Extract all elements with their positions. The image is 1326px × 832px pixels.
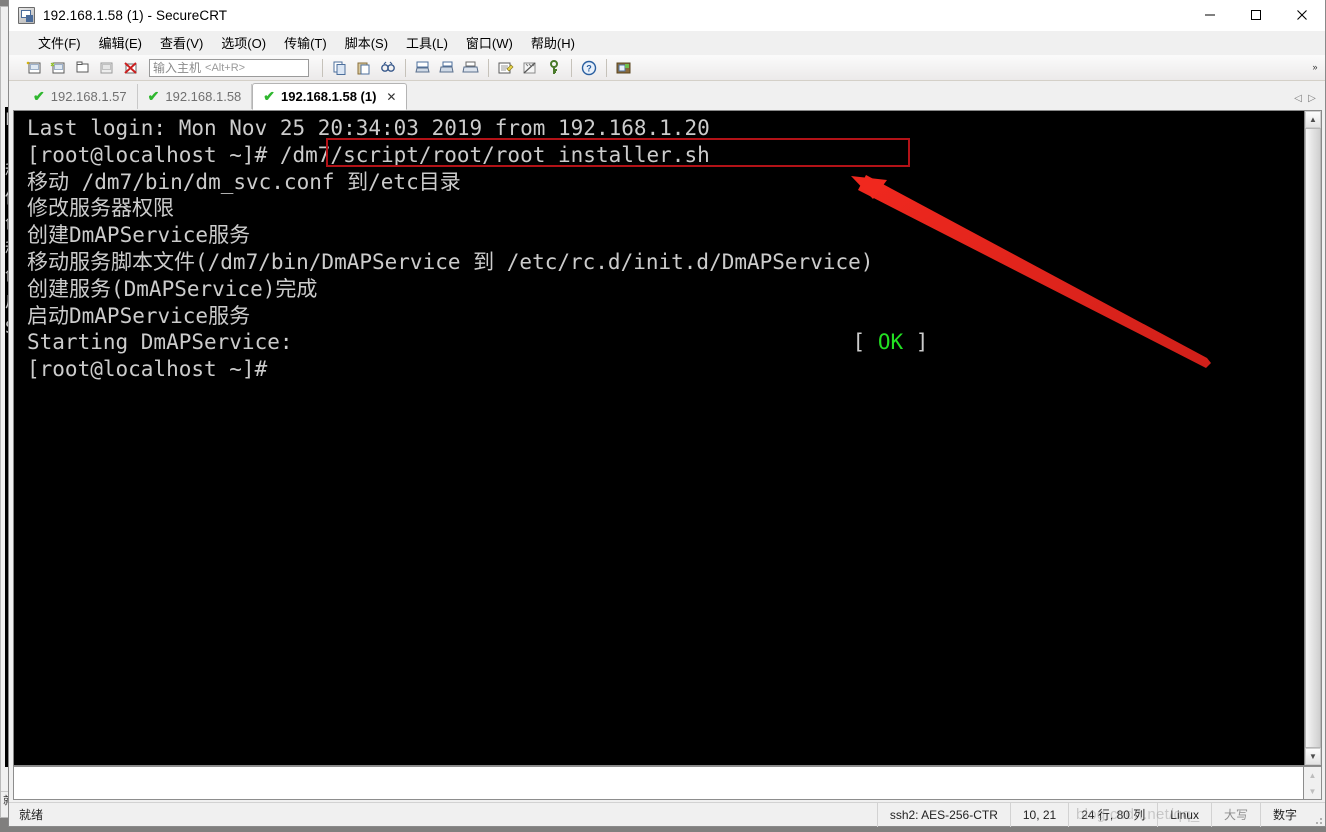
tab-192-168-1-58-1[interactable]: ✔ 192.168.1.58 (1) ✕ [252, 83, 408, 110]
print-screen-icon[interactable] [412, 57, 434, 79]
window-title: 192.168.1.58 (1) - SecureCRT [43, 7, 228, 23]
titlebar: 192.168.1.58 (1) - SecureCRT [9, 0, 1325, 31]
menu-transfer[interactable]: 传输(T) [275, 31, 336, 54]
new-tab-icon[interactable] [72, 57, 94, 79]
menu-script[interactable]: 脚本(S) [336, 31, 397, 54]
session-options-icon[interactable] [495, 57, 517, 79]
command-scroll-up-icon[interactable]: ▲ [1304, 767, 1321, 783]
toolbar-separator-3 [488, 58, 489, 77]
toolbar-separator-2 [405, 58, 406, 77]
terminal-prompt: [root@localhost ~]# [27, 357, 268, 382]
toolbar-overflow-button[interactable]: » [1309, 58, 1321, 76]
securecrt-window: 192.168.1.58 (1) - SecureCRT 文件(F) 编辑(E)… [8, 0, 1326, 827]
minimize-button[interactable] [1187, 0, 1233, 31]
status-cipher: ssh2: AES-256-CTR [876, 802, 1010, 827]
terminal-line: 启动DmAPService服务 [27, 303, 251, 328]
resize-grip[interactable] [1309, 803, 1325, 827]
status-ready: 就绪 [19, 808, 44, 822]
maximize-button[interactable] [1233, 0, 1279, 31]
terminal-line: 移动 /dm7/bin/dm_svc.conf 到/etc目录 [27, 169, 461, 194]
tab-connected-check-icon: ✔ [147, 88, 160, 104]
close-button[interactable] [1279, 0, 1325, 31]
tab-connected-check-icon: ✔ [263, 88, 276, 104]
starting-label: Starting DmAPService: [27, 330, 293, 355]
command-scrollbar[interactable]: ▲ ▼ [1304, 766, 1322, 800]
terminal-line: 创建服务(DmAPService)完成 [27, 276, 318, 301]
menu-help[interactable]: 帮助(H) [522, 31, 584, 54]
tab-192-168-1-58[interactable]: ✔ 192.168.1.58 [138, 84, 253, 109]
securecrt-app-icon [18, 6, 35, 24]
log-session-icon[interactable] [436, 57, 458, 79]
host-shortcut-hint: <Alt+R> [205, 61, 246, 74]
window-controls [1187, 0, 1325, 31]
new-session-icon[interactable] [24, 57, 46, 79]
tab-label: 192.168.1.58 [165, 89, 242, 104]
global-options-icon[interactable] [519, 57, 541, 79]
menu-window[interactable]: 窗口(W) [457, 31, 522, 54]
tab-connected-check-icon: ✔ [33, 88, 45, 104]
terminal-line: 创建DmAPService服务 [27, 223, 251, 248]
toolbar-separator-5 [606, 58, 607, 77]
scrollbar-thumb[interactable] [1305, 128, 1321, 748]
paste-icon[interactable] [353, 57, 375, 79]
terminal-line-starting: Starting DmAPService: [ OK ] [27, 329, 1304, 356]
command-scroll-down-icon[interactable]: ▼ [1304, 783, 1321, 799]
command-window: ▲ ▼ [9, 766, 1325, 802]
ok-bracket-open: [ [852, 330, 866, 355]
menu-view[interactable]: 查看(V) [151, 31, 212, 54]
ok-bracket-close: ] [915, 330, 929, 355]
tab-nav-buttons: ◁ ▷ [1291, 90, 1325, 109]
menu-file[interactable]: 文件(F) [29, 31, 90, 54]
status-terminal-size: 24 行, 80 列 [1068, 802, 1157, 827]
tab-label: 192.168.1.57 [50, 89, 127, 104]
scroll-down-icon[interactable]: ▼ [1305, 748, 1321, 765]
terminal-area: Last login: Mon Nov 25 20:34:03 2019 fro… [9, 109, 1325, 766]
terminal-line: Last login: Mon Nov 25 20:34:03 2019 fro… [27, 116, 710, 140]
menu-tools[interactable]: 工具(L) [397, 31, 457, 54]
terminal-output[interactable]: Last login: Mon Nov 25 20:34:03 2019 fro… [14, 111, 1304, 765]
tab-label: 192.168.1.58 (1) [281, 89, 377, 104]
command-input[interactable] [13, 766, 1304, 800]
toolbar-separator-1 [322, 58, 323, 77]
clone-session-icon[interactable] [48, 57, 70, 79]
terminal-frame[interactable]: Last login: Mon Nov 25 20:34:03 2019 fro… [13, 110, 1304, 766]
disconnect-icon[interactable] [120, 57, 142, 79]
terminal-scrollbar[interactable]: ▲ ▼ [1304, 110, 1322, 766]
status-caps-lock: 大写 [1210, 802, 1260, 827]
toolbar: 输入主机 <Alt+R> ? » [9, 55, 1325, 81]
find-icon[interactable] [377, 57, 399, 79]
host-input[interactable]: 输入主机 <Alt+R> [149, 58, 309, 77]
scrollbar-track[interactable] [1305, 128, 1321, 748]
key-icon[interactable] [543, 57, 565, 79]
menu-edit[interactable]: 编辑(E) [90, 31, 151, 54]
connect-sftp-icon[interactable] [96, 57, 118, 79]
tab-close-icon[interactable]: ✕ [386, 90, 396, 104]
status-emulation: Linux [1157, 802, 1211, 827]
print-icon[interactable] [460, 57, 482, 79]
tab-prev-icon[interactable]: ◁ [1291, 90, 1305, 106]
terminal-line: [root@localhost ~]# /dm7/script/root/roo… [27, 142, 710, 167]
statusbar: 就绪 ssh2: AES-256-CTR 10, 21 24 行, 80 列 L… [9, 802, 1325, 827]
status-num-lock: 数字 [1259, 802, 1309, 827]
menu-options[interactable]: 选项(O) [212, 31, 275, 54]
terminal-line: 移动服务脚本文件(/dm7/bin/DmAPService 到 /etc/rc.… [27, 249, 874, 274]
tab-next-icon[interactable]: ▷ [1305, 90, 1319, 106]
scroll-up-icon[interactable]: ▲ [1305, 111, 1321, 128]
toolbar-separator-4 [571, 58, 572, 77]
svg-text:?: ? [586, 63, 592, 73]
host-placeholder: 输入主机 [153, 61, 202, 75]
copy-icon[interactable] [329, 57, 351, 79]
terminal-line: 修改服务器权限 [27, 196, 174, 221]
tab-192-168-1-57[interactable]: ✔ 192.168.1.57 [23, 84, 138, 109]
status-cursor-position: 10, 21 [1009, 802, 1068, 827]
screen: L [ 移 修 创 移 创 启 S [ 就 192.168.1.58 (1) -… [0, 0, 1326, 832]
ok-status-text: OK [877, 330, 904, 355]
tabbar: ✔ 192.168.1.57 ✔ 192.168.1.58 ✔ 192.168.… [9, 81, 1325, 110]
session-manager-icon[interactable] [613, 57, 635, 79]
help-icon[interactable]: ? [578, 57, 600, 79]
menubar: 文件(F) 编辑(E) 查看(V) 选项(O) 传输(T) 脚本(S) 工具(L… [9, 31, 1325, 55]
